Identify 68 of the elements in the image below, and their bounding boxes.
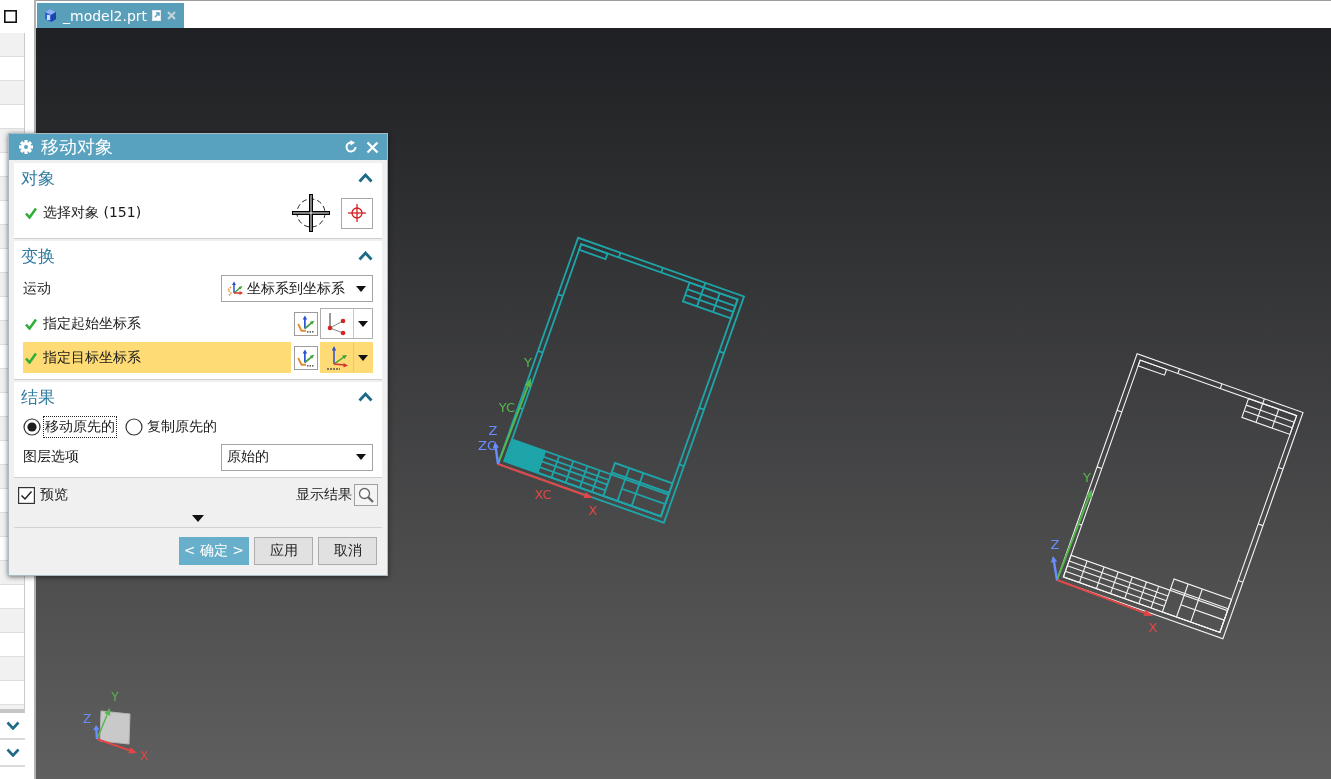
caret-down-icon [356, 285, 366, 292]
section-title[interactable]: 对象 [21, 166, 55, 190]
chevron-up-icon[interactable] [358, 173, 373, 183]
section-title[interactable]: 结果 [21, 385, 55, 409]
reset-icon[interactable] [344, 140, 358, 154]
selection-label: 选择对象 (151) [43, 204, 142, 222]
axes-icon [227, 280, 243, 297]
axis-label: YC [498, 400, 516, 415]
axes-icon [297, 348, 315, 367]
caret-down-icon [358, 320, 368, 327]
preview-checkbox[interactable] [18, 486, 35, 504]
axis-label: X [139, 749, 149, 763]
step-row[interactable]: 指定起始坐标系 [23, 308, 291, 339]
three-points-icon [326, 311, 348, 336]
radio-button[interactable] [125, 417, 143, 436]
chevron-down-icon[interactable] [5, 748, 20, 757]
field-label: 运动 [23, 279, 51, 298]
origin-axes-icon [325, 344, 349, 371]
document-icon[interactable] [152, 10, 163, 21]
dialog-title: 移动对象 [41, 135, 114, 159]
section-title[interactable]: 变换 [21, 244, 55, 268]
target-icon [348, 204, 366, 222]
caret-down-icon[interactable] [192, 514, 204, 522]
maximize-icon[interactable] [4, 10, 17, 23]
axis-label: Z [82, 712, 92, 726]
caret-down-icon [358, 354, 368, 361]
axis-label: Y [111, 690, 119, 704]
axis-label: Z [488, 423, 498, 438]
dropdown-field[interactable]: 坐标系到坐标系 [221, 275, 373, 302]
y-axis-arrow [96, 708, 111, 740]
dialog-button[interactable]: 应用 [254, 537, 313, 565]
step-label: 指定目标坐标系 [43, 348, 141, 367]
checkbox-label[interactable]: 预览 [40, 486, 68, 504]
gear-icon [19, 140, 33, 154]
dialog-button[interactable]: 取消 [318, 537, 377, 565]
radio-label[interactable]: 移动原先的 [43, 415, 117, 438]
crosshair-icon [291, 193, 331, 233]
axis-label: X [1148, 620, 1158, 635]
axis-label: Y [1083, 470, 1091, 485]
csys-dialog-button[interactable] [294, 311, 318, 336]
search-icon [358, 487, 374, 503]
axis-label: ZC [478, 438, 496, 453]
chevron-up-icon[interactable] [358, 251, 373, 261]
radio-button[interactable] [23, 417, 41, 436]
csys-dialog-button[interactable] [294, 345, 318, 370]
field-label: 图层选项 [23, 448, 79, 466]
z-axis-arrow [93, 725, 100, 740]
view-cube-drawing [99, 710, 131, 745]
csys-method-dropdown[interactable] [320, 308, 373, 339]
z-axis-arrow [1050, 556, 1059, 581]
axis-label: Y [524, 355, 532, 370]
axis-label: XC [534, 487, 552, 502]
show-result-label: 显示结果 [296, 486, 352, 504]
csys-method-dropdown[interactable] [320, 342, 373, 373]
x-axis-arrow [96, 738, 137, 754]
dropdown-field[interactable]: 原始的 [221, 443, 373, 471]
show-result-button[interactable] [354, 484, 378, 506]
chevron-down-icon[interactable] [5, 721, 20, 730]
part-icon [43, 8, 58, 23]
caret-down-icon [356, 454, 366, 460]
axis-label: Z [1050, 537, 1060, 552]
step-row[interactable]: 指定目标坐标系 [23, 342, 291, 373]
radio-label[interactable]: 复制原先的 [145, 415, 219, 438]
chevron-up-icon[interactable] [358, 392, 373, 402]
axis-label: X [588, 503, 598, 518]
axes-icon [297, 314, 315, 333]
select-object-button[interactable] [341, 197, 373, 229]
step-label: 指定起始坐标系 [43, 314, 141, 333]
